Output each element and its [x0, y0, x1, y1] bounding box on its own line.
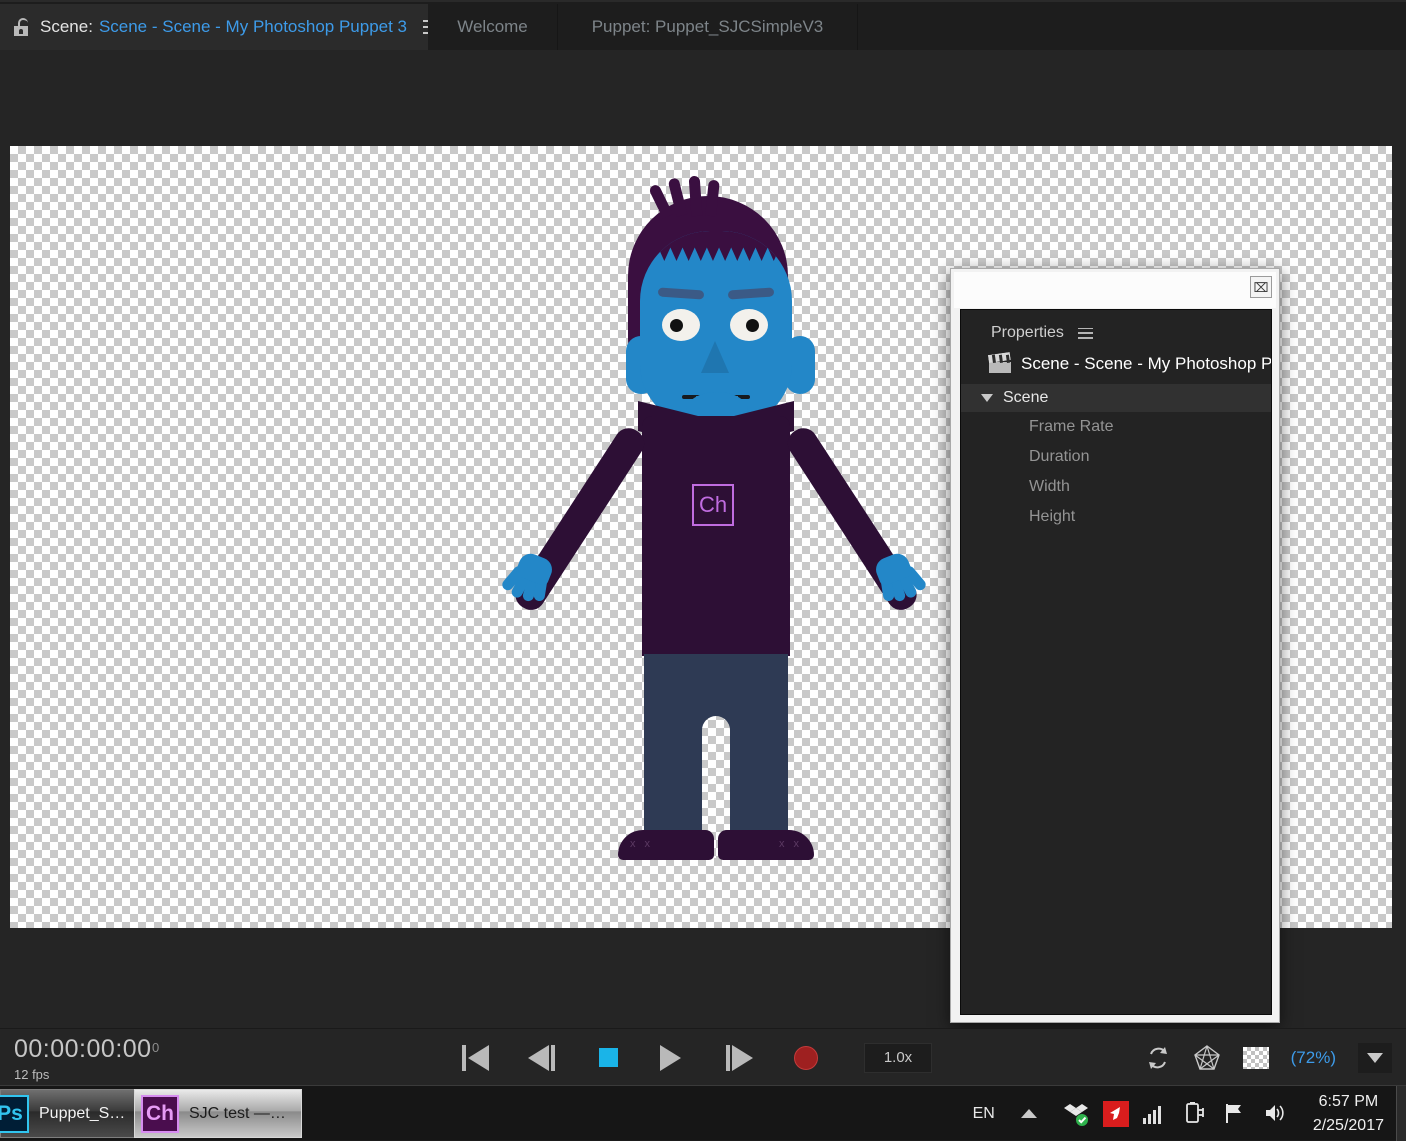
timecode-block[interactable]: 00:00:00:00 12 fps	[14, 1037, 152, 1083]
property-row-duration[interactable]: Duration	[961, 442, 1271, 472]
eye-left	[662, 309, 700, 341]
zoom-dropdown-button[interactable]	[1358, 1042, 1392, 1073]
speaker-icon[interactable]	[1263, 1101, 1289, 1127]
eyebrow-left	[657, 287, 705, 300]
refresh-icon[interactable]	[1145, 1045, 1171, 1071]
view-tools: (72%)	[1145, 1029, 1392, 1086]
property-label: Width	[1029, 478, 1070, 495]
property-row-width[interactable]: Width	[961, 472, 1271, 502]
puppet-character[interactable]: Ch x x x x	[500, 175, 930, 876]
flag-icon[interactable]	[1223, 1101, 1249, 1127]
properties-panel: Properties Scene - Scene - My Photoshop …	[960, 309, 1272, 1015]
step-backward-icon[interactable]	[528, 1044, 556, 1071]
tab-welcome[interactable]: Welcome	[428, 4, 558, 50]
tab-puppet-label: Puppet: Puppet_SJCSimpleV3	[591, 17, 824, 36]
record-circle-icon	[794, 1045, 818, 1070]
tab-puppet[interactable]: Puppet: Puppet_SJCSimpleV3	[558, 4, 858, 50]
tab-welcome-label: Welcome	[457, 17, 528, 36]
show-hidden-icons-chevron-icon[interactable]	[1020, 1109, 1037, 1118]
frame-number: 0	[152, 1040, 160, 1055]
nose	[701, 341, 729, 373]
stop-square-icon	[598, 1048, 618, 1067]
play-triangle-icon	[660, 1044, 681, 1071]
stop-button[interactable]	[594, 1045, 622, 1071]
clock-date: 2/25/2017	[1312, 1116, 1384, 1134]
scene-tab[interactable]: Scene: Scene - Scene - My Photoshop Pupp…	[0, 4, 442, 50]
playback-controls: 1.0x	[462, 1029, 932, 1086]
chest-badge-ch: Ch	[692, 484, 734, 526]
chevron-down-icon[interactable]	[981, 394, 993, 402]
torso	[642, 416, 790, 651]
scene-label: Scene:	[40, 17, 93, 36]
property-group-scene[interactable]: Scene	[961, 384, 1271, 412]
properties-panel-title: Properties	[991, 324, 1064, 341]
skip-to-start-icon[interactable]	[462, 1044, 490, 1071]
property-label: Duration	[1029, 448, 1090, 465]
clock-time: 6:57 PM	[1318, 1092, 1379, 1110]
properties-item-header: Scene - Scene - My Photoshop P	[961, 354, 1271, 384]
language-indicator[interactable]: EN	[973, 1105, 995, 1123]
scene-name: Scene - Scene - My Photoshop Puppet 3	[98, 17, 408, 36]
taskbar-label-photoshop: Puppet_S…	[39, 1104, 126, 1122]
eye-right	[730, 309, 768, 341]
show-desktop-button[interactable]	[1396, 1086, 1406, 1141]
hamburger-menu-icon[interactable]	[1077, 327, 1093, 339]
transparency-grid-icon[interactable]	[1242, 1046, 1269, 1069]
playback-speed-field[interactable]: 1.0x	[864, 1042, 932, 1073]
close-icon[interactable]: ⌧	[1250, 276, 1272, 298]
property-group-label: Scene	[1003, 389, 1049, 406]
chevron-down-icon	[1367, 1052, 1383, 1063]
app-title-bar: Scene: Scene - Scene - My Photoshop Pupp…	[0, 0, 1406, 50]
pupil-left	[670, 319, 683, 332]
photoshop-icon: Ps	[0, 1094, 29, 1133]
shoe-lace-right: x x	[778, 838, 802, 850]
property-label: Frame Rate	[1029, 418, 1114, 435]
shoe-lace-left: x x	[630, 838, 654, 850]
character-animator-icon: Ch	[141, 1094, 179, 1133]
hair-spike	[688, 175, 703, 217]
properties-floating-window[interactable]: ⌧ Properties Scene - Scene - My Photosho…	[950, 268, 1280, 1023]
step-forward-icon[interactable]	[726, 1044, 754, 1071]
taskbar-item-character-animator[interactable]: Ch SJC test —…	[134, 1089, 302, 1138]
unlocked-padlock-icon[interactable]	[14, 18, 28, 36]
properties-panel-header: Properties	[961, 310, 1271, 354]
hairline	[640, 231, 792, 261]
property-row-height[interactable]: Height	[961, 502, 1271, 532]
stage-area: Ch x x x x ⌧ Properties Scene - Scene - …	[0, 50, 1406, 1028]
property-row-frame-rate[interactable]: Frame Rate	[961, 412, 1271, 442]
shoe-right: x x	[718, 830, 814, 860]
zoom-level-label[interactable]: (72%)	[1291, 1048, 1336, 1068]
eyebrow-right	[727, 287, 775, 300]
property-label: Height	[1029, 508, 1076, 525]
record-button[interactable]	[792, 1045, 820, 1071]
fps-label: 12 fps	[14, 1067, 50, 1082]
mesh-polygon-icon[interactable]	[1193, 1044, 1221, 1072]
pupil-right	[746, 319, 759, 332]
transport-bar: 00:00:00:00 12 fps 0 1.0x (72%)	[0, 1028, 1406, 1085]
dropbox-icon[interactable]	[1063, 1101, 1089, 1127]
properties-window-titlebar[interactable]: ⌧	[954, 272, 1276, 308]
properties-item-title: Scene - Scene - My Photoshop P	[1021, 354, 1271, 373]
clock[interactable]: 6:57 PM 2/25/2017	[1313, 1090, 1384, 1138]
taskbar-label-character-animator: SJC test —…	[189, 1104, 286, 1122]
play-button[interactable]	[660, 1044, 688, 1071]
battery-plug-icon[interactable]	[1183, 1101, 1209, 1127]
system-tray: EN 6:57 PM 2/25/2017	[973, 1086, 1406, 1141]
red-cursor-icon[interactable]	[1102, 1100, 1129, 1127]
clapperboard-icon	[989, 355, 1011, 373]
windows-taskbar: Ps Puppet_S… Ch SJC test —… EN 6:57 PM 2…	[0, 1085, 1406, 1141]
signal-bars-icon[interactable]	[1142, 1104, 1169, 1124]
timecode-display[interactable]: 00:00:00:00	[14, 1037, 152, 1062]
shoe-left: x x	[618, 830, 714, 860]
